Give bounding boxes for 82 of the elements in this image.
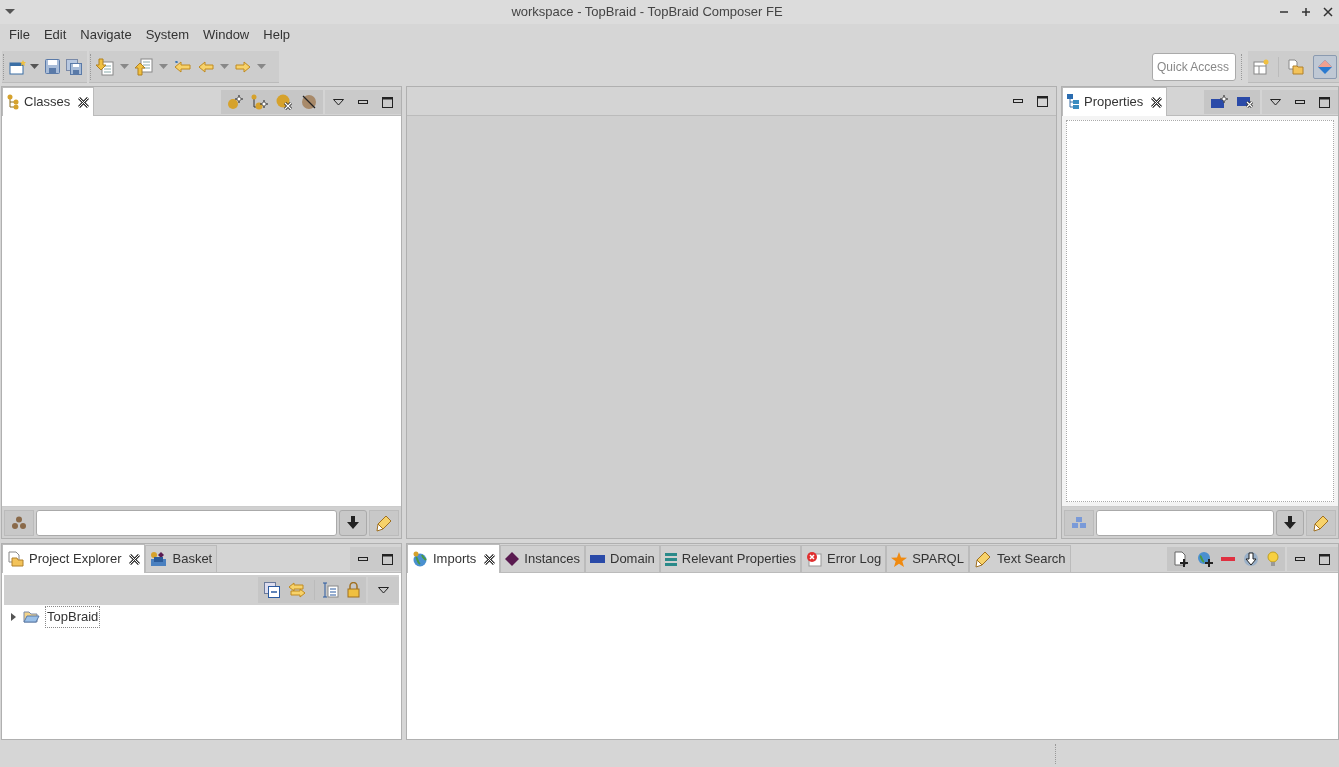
view-tab[interactable]: Project Explorer (2, 544, 146, 573)
menu-item[interactable]: Help (256, 23, 297, 47)
collapsed-arrow-icon[interactable] (10, 613, 18, 621)
minimize-icon[interactable] (358, 556, 368, 562)
quick-access-field[interactable]: Quick Access (1152, 53, 1236, 81)
basket-icon[interactable] (150, 551, 168, 567)
open-folder-icon (23, 610, 40, 624)
maximize-window-icon[interactable] (1301, 7, 1311, 17)
minimize-icon[interactable] (358, 99, 368, 105)
save-all-icon[interactable] (66, 58, 82, 75)
maximize-icon[interactable] (1319, 553, 1330, 565)
error-log-icon[interactable] (805, 551, 822, 567)
menu-item[interactable]: Window (196, 23, 257, 47)
globe-icon[interactable] (412, 551, 428, 567)
save-icon[interactable] (45, 59, 60, 74)
add-document-icon[interactable] (1173, 551, 1189, 567)
window-title: workspace - TopBraid - TopBraid Composer FE (511, 4, 783, 20)
add-subclass-icon[interactable] (251, 94, 268, 110)
view-menu-icon[interactable] (378, 586, 389, 594)
document-list-icon[interactable] (323, 582, 339, 598)
lock-icon[interactable] (347, 582, 360, 598)
view-tab[interactable]: Error Log (800, 545, 887, 572)
filter-button[interactable] (4, 509, 34, 536)
window-menu-icon[interactable] (5, 9, 15, 15)
view-tab[interactable]: Relevant Properties (659, 545, 801, 572)
domain-bar-icon[interactable] (590, 554, 605, 564)
search-field[interactable] (36, 509, 337, 536)
star-icon[interactable] (891, 551, 908, 567)
minus-icon[interactable] (1221, 556, 1235, 562)
search-field[interactable] (1096, 509, 1274, 536)
view-tab[interactable]: Properties (1062, 87, 1168, 116)
add-class-icon[interactable] (227, 94, 243, 110)
arrow-up-document-icon[interactable] (135, 57, 153, 76)
view-menu-icon[interactable] (333, 98, 344, 106)
brush-icon[interactable] (1312, 513, 1330, 532)
add-globe-icon[interactable] (1197, 551, 1213, 567)
folder-document-icon[interactable] (1288, 58, 1304, 75)
dots-icon[interactable] (11, 515, 27, 530)
folder-document-icon[interactable] (7, 551, 24, 567)
add-property-icon[interactable] (1210, 95, 1228, 109)
maximize-icon[interactable] (382, 553, 393, 565)
maximize-icon[interactable] (1319, 96, 1330, 108)
close-window-icon[interactable] (1323, 7, 1333, 17)
crossed-circle-icon[interactable] (301, 94, 317, 110)
view-tab[interactable]: Instances (500, 545, 585, 572)
view-tab[interactable]: Classes (2, 87, 95, 116)
menu-item[interactable]: File (2, 23, 37, 47)
arrow-down-document-icon[interactable] (96, 57, 114, 76)
maximize-icon[interactable] (1037, 95, 1048, 107)
view-tab[interactable]: Text Search (968, 545, 1071, 572)
collapse-all-icon[interactable] (264, 582, 280, 598)
view-tab[interactable]: Basket (145, 545, 218, 572)
brush-icon[interactable] (973, 550, 992, 568)
down-arrow-icon[interactable] (1284, 516, 1296, 529)
search-button[interactable] (1276, 509, 1304, 536)
delete-class-icon[interactable] (276, 94, 293, 110)
close-icon[interactable] (1151, 96, 1163, 108)
property-tree-icon[interactable] (1067, 94, 1079, 110)
view-tab[interactable]: Imports (407, 544, 501, 573)
tree-item[interactable]: TopBraid (45, 606, 101, 628)
close-icon[interactable] (78, 96, 90, 108)
minimize-icon[interactable] (1295, 99, 1305, 105)
stacked-bars-icon[interactable] (664, 552, 677, 566)
maximize-icon[interactable] (382, 96, 393, 108)
minimize-icon[interactable] (1295, 556, 1305, 562)
view-tab[interactable]: Domain (585, 545, 660, 572)
new-window-icon[interactable] (9, 58, 27, 75)
close-icon[interactable] (129, 553, 141, 565)
brush-icon[interactable] (375, 513, 393, 532)
view-menu-icon[interactable] (1270, 98, 1281, 106)
menu-item[interactable]: System (138, 23, 196, 47)
dropdown-caret-icon[interactable] (30, 63, 39, 70)
delete-property-icon[interactable] (1236, 95, 1254, 109)
download-globe-icon[interactable] (1243, 551, 1259, 567)
diamond-icon[interactable] (505, 552, 520, 566)
menu-item[interactable]: Navigate (73, 23, 139, 47)
view-tab[interactable]: SPARQL (886, 545, 969, 572)
menu-item[interactable]: Edit (36, 23, 74, 47)
minimize-icon[interactable] (1013, 98, 1023, 104)
search-button[interactable] (339, 509, 367, 536)
down-arrow-icon[interactable] (347, 516, 359, 529)
close-icon[interactable] (484, 553, 496, 565)
